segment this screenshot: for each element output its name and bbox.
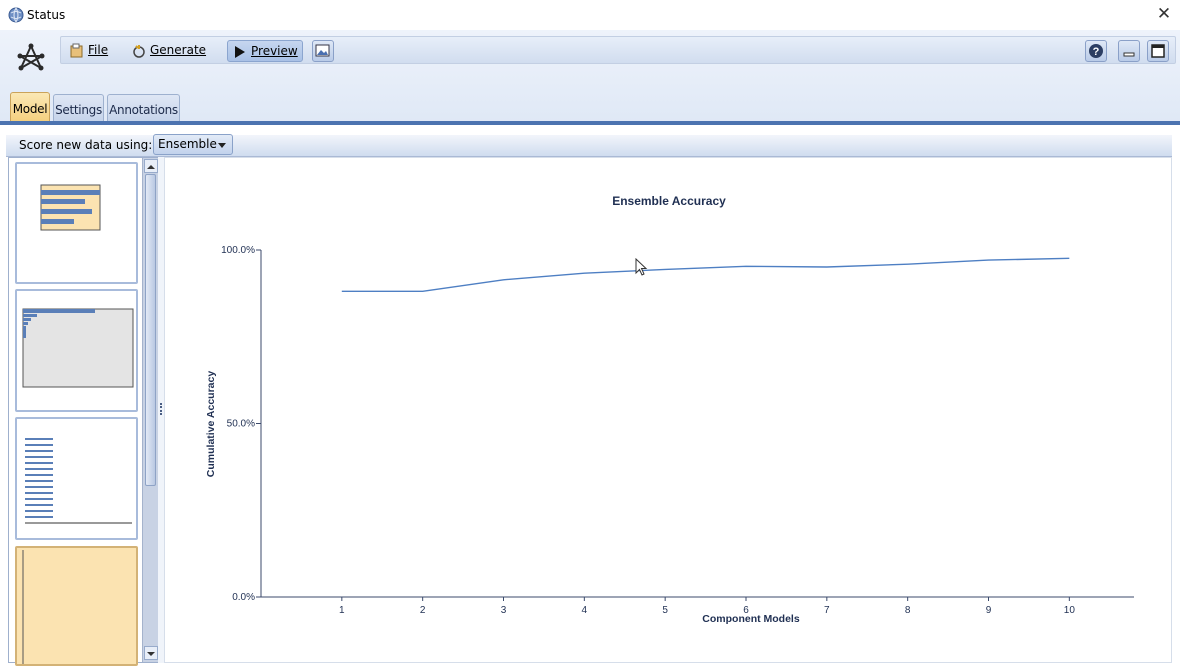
thumbnail-predictor-frequency[interactable] — [15, 417, 138, 540]
x-axis-label: Component Models — [702, 613, 800, 625]
scroll-down-arrow[interactable] — [144, 646, 158, 660]
line-chart-thumbnail-icon — [22, 550, 24, 664]
thumbnail-predictor-importance[interactable] — [15, 162, 138, 284]
generate-menu[interactable]: Generate — [131, 40, 206, 62]
file-icon — [70, 43, 83, 57]
score-label: Score new data using: — [19, 138, 153, 152]
chevron-up-icon — [147, 165, 155, 169]
x-tick-label: 9 — [986, 605, 992, 616]
splitter-grip-icon — [160, 403, 162, 415]
chart-panel: Ensemble Accuracy Component Models Cumul… — [164, 157, 1172, 663]
ensemble-node-icon — [17, 43, 45, 71]
file-menu[interactable]: File — [69, 40, 108, 62]
x-tick-label: 5 — [662, 605, 668, 616]
help-button[interactable]: ? — [1085, 40, 1107, 62]
header: File Generate Preview ? Model Settings A… — [0, 30, 1180, 124]
frequency-thumbnail-icon — [25, 438, 132, 524]
bar-chart-thumbnail-icon — [40, 184, 101, 231]
generate-icon — [133, 44, 145, 58]
x-tick-label: 1 — [339, 605, 345, 616]
score-method-dropdown[interactable]: Ensemble — [153, 134, 233, 155]
scroll-up-arrow[interactable] — [144, 159, 158, 173]
chevron-down-icon — [218, 143, 226, 148]
mouse-cursor-icon — [635, 258, 648, 276]
x-tick-label: 4 — [582, 605, 588, 616]
tab-settings[interactable]: Settings — [53, 94, 104, 122]
y-tick-label: 50.0% — [227, 419, 255, 430]
chevron-down-icon — [147, 652, 155, 656]
y-axis-label: Cumulative Accuracy — [205, 371, 217, 478]
play-icon — [235, 45, 245, 58]
tab-model[interactable]: Model — [10, 92, 50, 122]
maximize-icon — [1151, 44, 1165, 58]
tab-annotations[interactable]: Annotations — [107, 94, 180, 122]
x-tick-label: 2 — [420, 605, 426, 616]
window-title: Status — [27, 8, 66, 22]
score-method-value: Ensemble — [158, 137, 217, 151]
generate-label: Generate — [150, 43, 207, 57]
x-tick-label: 8 — [905, 605, 911, 616]
image-export-icon — [315, 44, 330, 57]
thumbnail-component-models[interactable] — [15, 289, 138, 412]
toolbar: File Generate Preview ? — [60, 36, 1176, 64]
table-thumbnail-icon — [22, 308, 134, 388]
view-thumbnail-list — [8, 157, 158, 666]
app-globe-icon — [8, 7, 24, 23]
svg-text:?: ? — [1093, 46, 1100, 58]
export-image-button[interactable] — [312, 40, 334, 62]
maximize-button[interactable] — [1147, 40, 1169, 62]
minimize-button[interactable] — [1118, 40, 1140, 62]
title-bar: Status ✕ — [0, 0, 1180, 30]
ensemble-accuracy-chart: Ensemble Accuracy Component Models Cumul… — [205, 194, 1134, 625]
scrollbar-thumb[interactable] — [145, 174, 156, 486]
preview-button[interactable]: Preview — [227, 40, 303, 62]
help-icon: ? — [1089, 44, 1103, 58]
chart-title: Ensemble Accuracy — [612, 194, 726, 208]
close-icon[interactable]: ✕ — [1154, 3, 1174, 25]
y-tick-label: 100.0% — [221, 245, 255, 256]
file-label: File — [88, 43, 109, 57]
score-row: Score new data using: Ensemble — [0, 125, 1180, 157]
thumbnail-scrollbar[interactable] — [142, 158, 158, 662]
x-tick-label: 7 — [824, 605, 830, 616]
accuracy-series-line — [341, 257, 1070, 292]
preview-label: Preview — [251, 44, 298, 58]
x-tick-label: 10 — [1064, 605, 1076, 616]
x-tick-label: 6 — [743, 605, 749, 616]
minimize-icon — [1123, 52, 1135, 57]
y-tick-label: 0.0% — [232, 592, 255, 603]
thumbnail-ensemble-accuracy[interactable] — [15, 546, 138, 666]
x-tick-label: 3 — [501, 605, 507, 616]
